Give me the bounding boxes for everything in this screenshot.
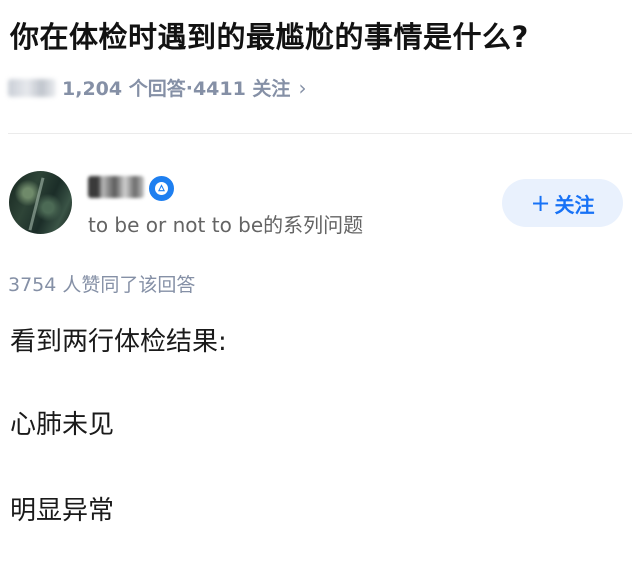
answer-count: 1,204 个回答 (62, 78, 186, 100)
meta-separator: · (185, 76, 193, 99)
answer-text-line: 看到两行体检结果: (10, 327, 227, 357)
author-bio: to be or not to be的系列问题 (88, 213, 364, 237)
vote-count: 3754 人赞同了该回答 (8, 274, 196, 296)
avatar[interactable] (9, 171, 72, 234)
author-name-blurred[interactable] (88, 176, 144, 198)
answer-text-line: 明显异常 (10, 496, 115, 526)
avatar-decoration (28, 177, 45, 231)
question-meta[interactable]: 1,204 个回答 · 4411 关注 › (8, 74, 306, 101)
divider (8, 133, 632, 134)
chevron-right-icon[interactable]: › (298, 76, 306, 100)
verified-badge-icon (149, 176, 174, 201)
question-title[interactable]: 你在体检时遇到的最尴尬的事情是什么? (10, 14, 529, 56)
blurred-meta-prefix (8, 78, 56, 97)
answer-text-line: 心肺未见 (10, 410, 115, 440)
plus-icon: + (530, 189, 551, 217)
follow-label: 关注 (554, 192, 595, 217)
follower-count: 4411 关注 (192, 78, 291, 100)
follow-button[interactable]: + 关注 (502, 179, 623, 227)
